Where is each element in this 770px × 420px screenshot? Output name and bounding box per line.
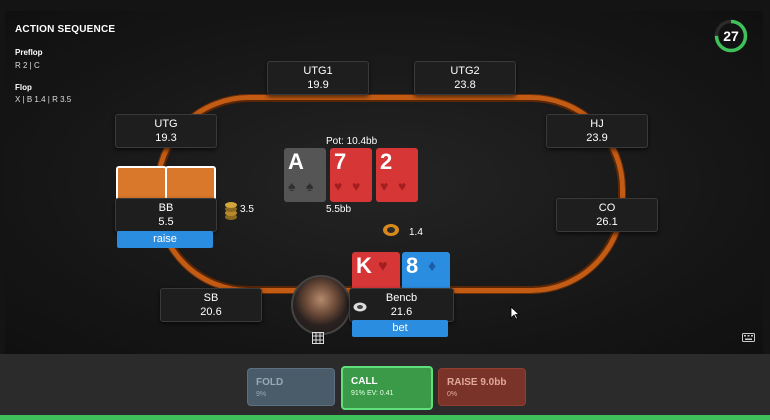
seat-sb[interactable]: SB 20.6 [160,288,262,322]
hero-bet-amount: 1.4 [409,227,423,238]
bb-hole-card-2 [165,166,216,202]
street-preflop-actions: R 2 | C [15,61,40,70]
seat-hj[interactable]: HJ 23.9 [546,114,648,148]
seat-name: BB [158,202,174,214]
hero-card-2: 8 ♦ [402,252,450,292]
diamond-icon: ♦ [428,258,437,275]
grid-icon[interactable] [312,332,324,344]
seat-co[interactable]: CO 26.1 [556,198,658,232]
board-card-3: 2 ♥ ♥ [376,148,418,202]
sub-pot-label: 5.5bb [326,204,352,215]
seat-utg1[interactable]: UTG1 19.9 [267,61,369,95]
card-rank: 2 [380,149,393,174]
seat-stack: 23.8 [454,79,476,91]
street-flop-actions: X | B 1.4 | R 3.5 [15,95,72,104]
fold-label: FOLD [256,377,284,388]
hero-action-tag: bet [352,320,448,337]
heart-icon: ♥ [378,258,388,275]
call-button[interactable]: CALL 91% EV: 0.41 [341,366,433,410]
seat-name: UTG [154,118,178,130]
card-rank: 7 [334,149,347,174]
raise-frequency: 0% [447,391,458,398]
keyboard-icon[interactable] [742,333,755,342]
heart-icon: ♥ [380,178,389,194]
seat-utg[interactable]: UTG 19.3 [115,114,217,148]
seat-bb[interactable]: BB 5.5 [115,198,217,232]
seat-name: SB [203,292,219,304]
bb-bet-amount: 3.5 [240,204,254,215]
seat-name: HJ [590,118,604,130]
seat-utg2[interactable]: UTG2 23.8 [414,61,516,95]
hero-card-1: K ♥ [352,252,400,292]
seat-stack: 23.9 [586,132,608,144]
fold-frequency: 9% [256,391,267,398]
card-rank: K [356,253,372,278]
call-frequency: 91% EV: 0.41 [351,390,394,397]
mouse-cursor-icon [510,306,520,320]
seat-name: UTG1 [303,65,333,77]
seat-stack: 26.1 [596,216,618,228]
board-card-1: A ♠ ♠ [284,148,326,202]
hero-avatar [291,275,351,335]
timer-value: 27 [723,28,739,44]
heart-icon: ♥ [352,178,361,194]
heart-icon: ♥ [398,178,407,194]
seat-name: CO [598,202,616,214]
seat-stack: 19.3 [155,132,177,144]
spade-icon: ♠ [288,178,296,194]
heart-icon: ♥ [334,178,343,194]
card-rank: A [288,149,304,174]
dealer-button-icon [353,302,367,312]
chip-stack-icon [225,202,237,220]
spade-icon: ♠ [306,178,314,194]
card-rank: 8 [406,253,419,278]
fold-button[interactable]: FOLD 9% [247,368,335,406]
seat-stack: 5.5 [158,216,174,228]
pot-label: Pot: 10.4bb [326,136,378,147]
call-label: CALL [351,376,378,387]
status-strip [0,415,770,420]
raise-label: RAISE 9.0bb [447,377,507,388]
seat-stack: 20.6 [200,306,222,318]
board-card-2: 7 ♥ ♥ [330,148,372,202]
street-preflop-label: Preflop [15,48,43,57]
seat-stack: 19.9 [307,79,329,91]
bb-action-tag: raise [117,231,213,248]
seat-name: UTG2 [450,65,480,77]
bb-hole-card-1 [116,166,167,202]
action-sequence-title: ACTION SEQUENCE [15,24,116,35]
street-flop-label: Flop [15,83,32,92]
chip-icon [383,224,399,236]
raise-button[interactable]: RAISE 9.0bb 0% [438,368,526,406]
